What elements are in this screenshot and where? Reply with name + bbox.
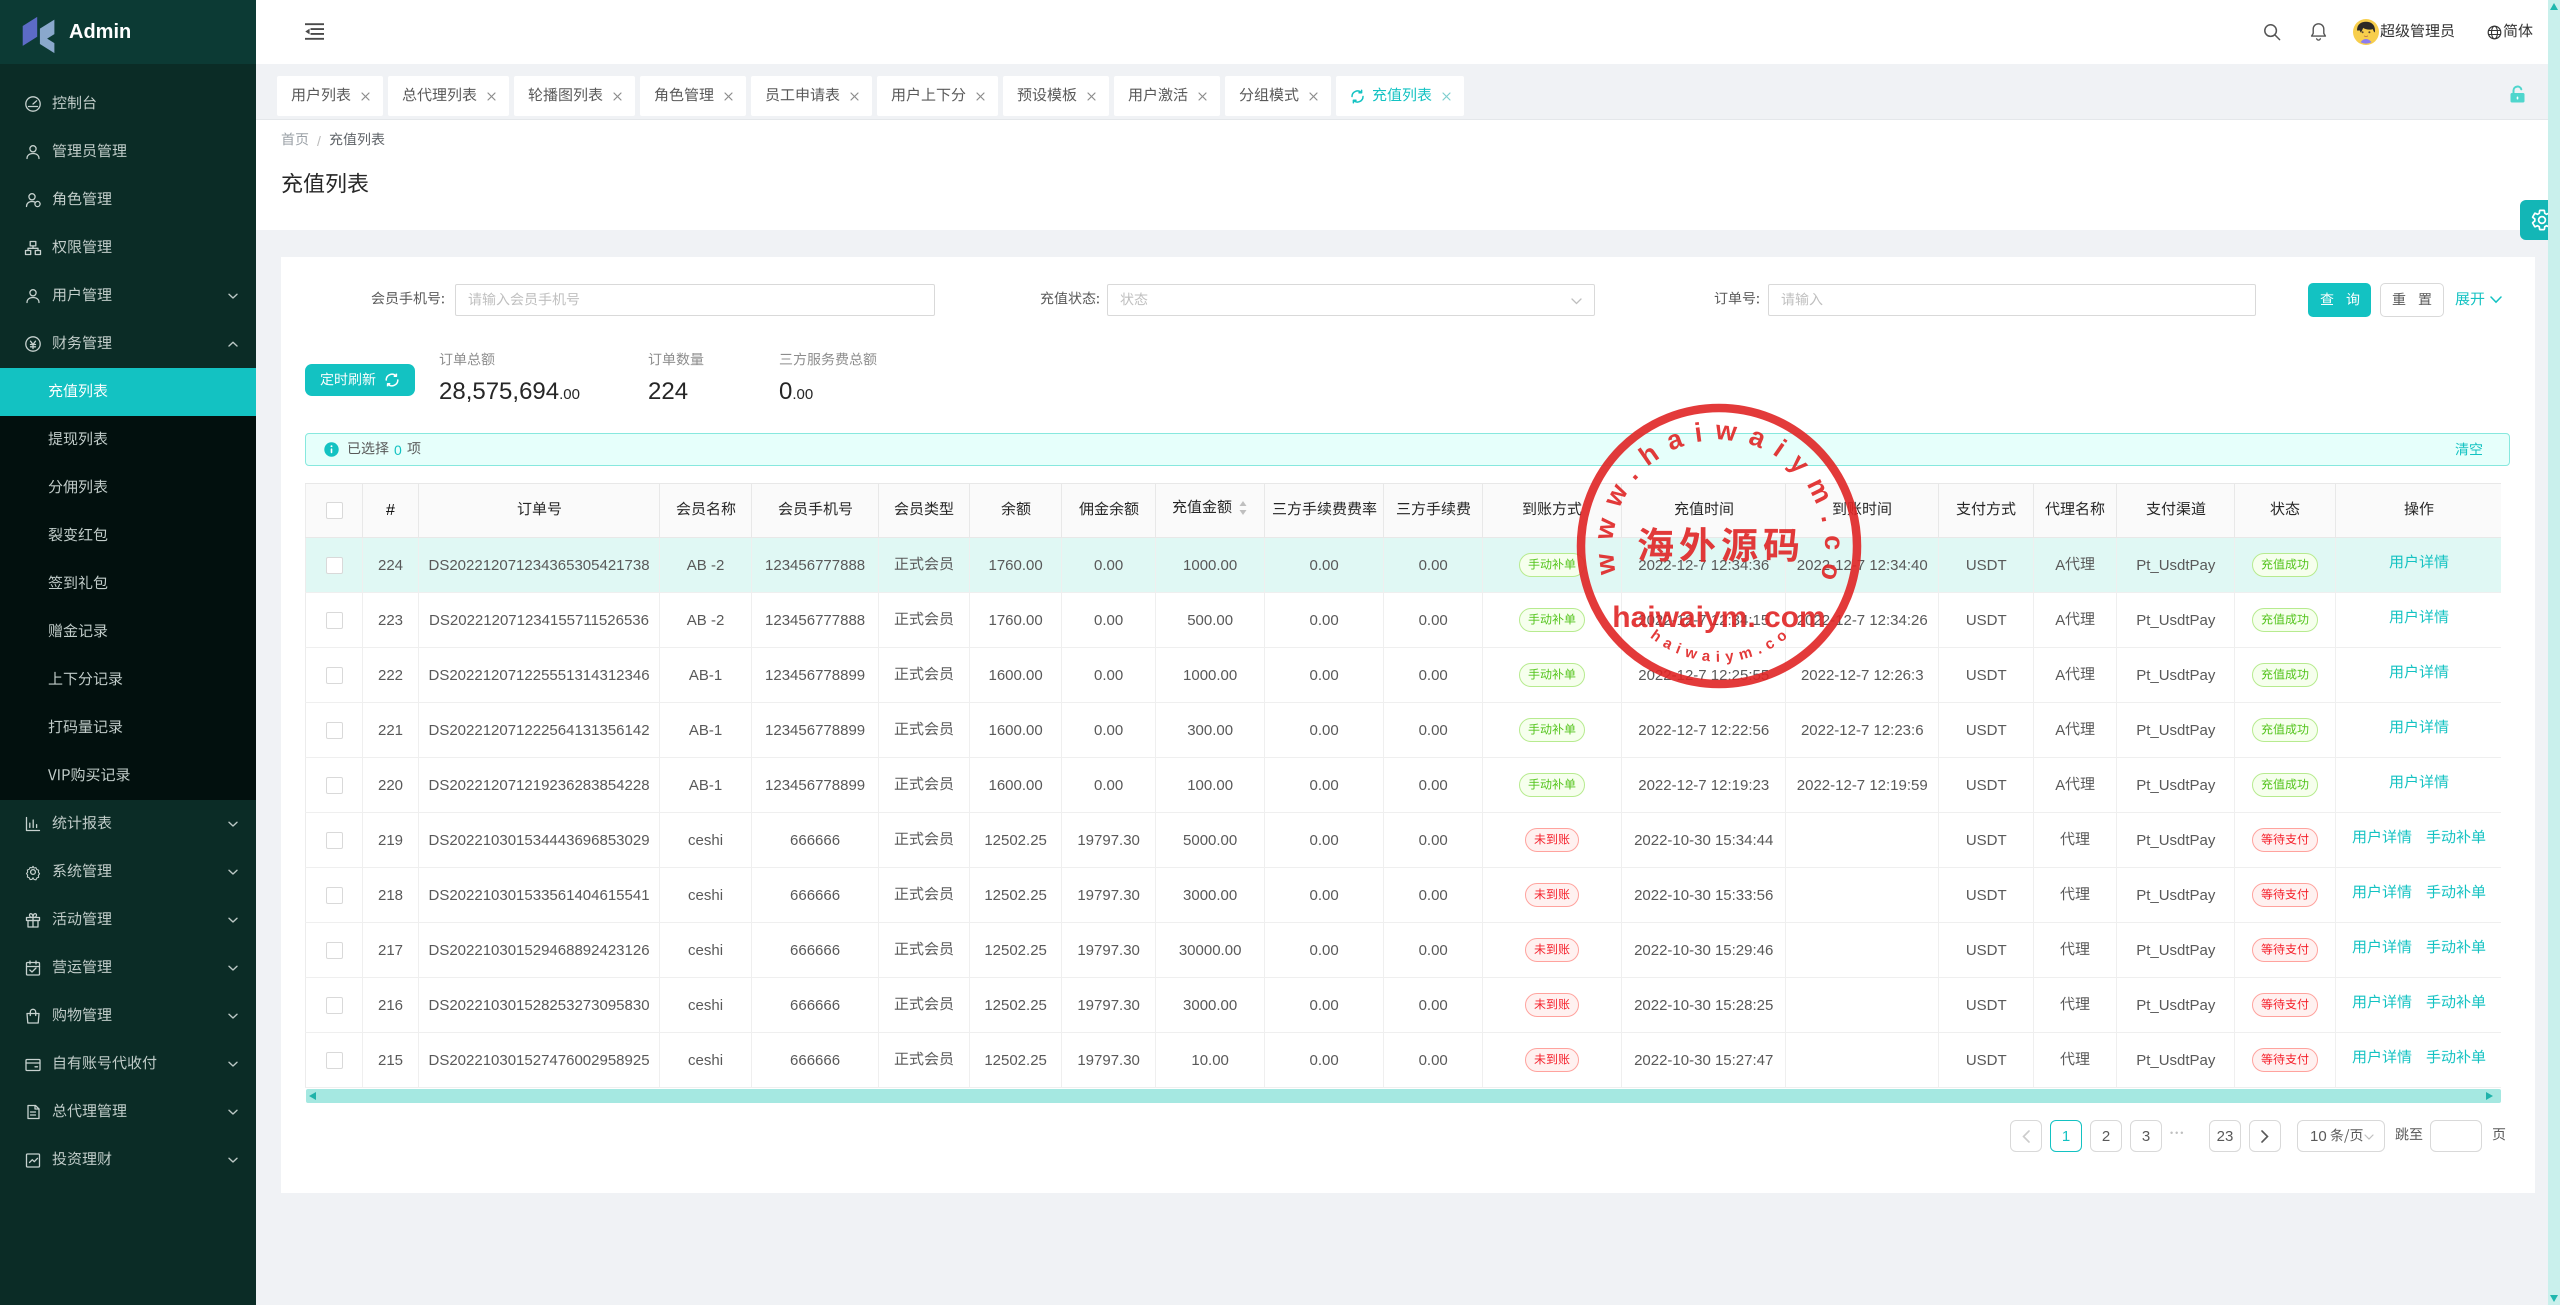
svg-text:haiwaiym. com: haiwaiym. com [1612, 601, 1825, 634]
